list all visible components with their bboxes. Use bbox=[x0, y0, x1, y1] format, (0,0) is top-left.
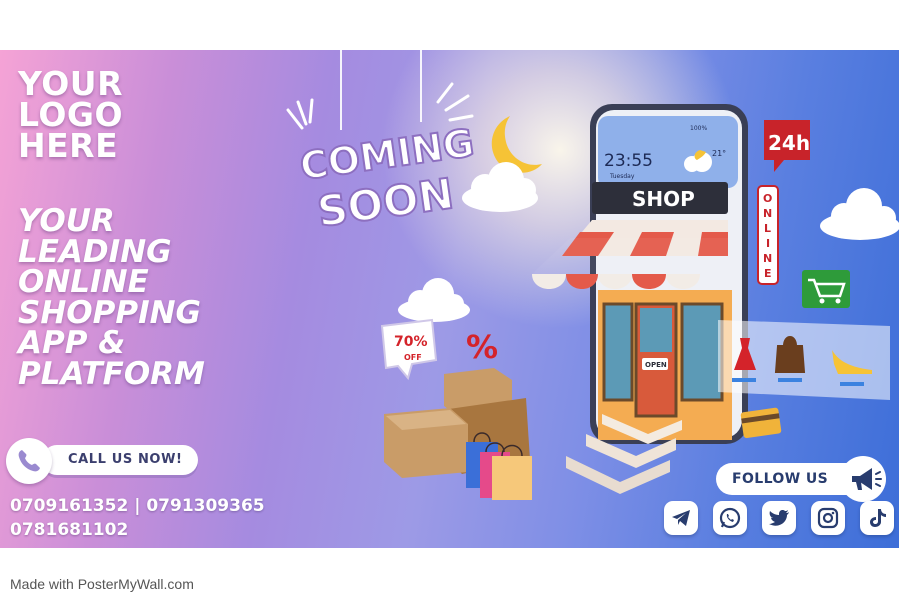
online-sign: O N L I N E bbox=[757, 185, 779, 285]
phone-time: 23:55 bbox=[604, 151, 653, 171]
megaphone-icon bbox=[840, 456, 886, 502]
tagline-line: YOUR bbox=[18, 203, 115, 239]
poster-banner: YOUR LOGO HERE YOUR LEADING ONLINE SHOPP… bbox=[0, 50, 899, 548]
shop-sign: SHOP bbox=[632, 187, 695, 211]
follow-us[interactable]: FOLLOW US bbox=[716, 456, 888, 502]
online-letter: N bbox=[763, 207, 772, 220]
credit-card-icon bbox=[740, 407, 782, 438]
phone-icon bbox=[6, 438, 52, 484]
logo-placeholder: YOUR LOGO HERE bbox=[18, 67, 123, 165]
24h-label: 24h bbox=[768, 131, 810, 155]
online-letter: L bbox=[764, 222, 771, 235]
tagline-line: PLATFORM bbox=[18, 355, 205, 392]
online-letter: N bbox=[763, 252, 772, 265]
phone-numbers: 0709161352 | 0791309365 0781681102 bbox=[10, 494, 265, 542]
phone-number-line: 0781681102 bbox=[10, 520, 129, 540]
percent-symbol: % bbox=[466, 328, 498, 366]
discount-label: OFF bbox=[404, 353, 422, 362]
tagline-line: ONLINE bbox=[18, 264, 149, 300]
cloud-icon bbox=[398, 278, 470, 322]
whatsapp-icon[interactable] bbox=[713, 501, 747, 535]
phone-battery: 100% bbox=[690, 125, 707, 132]
tagline-line: LEADING bbox=[18, 233, 172, 270]
discount-tag: 70% OFF bbox=[380, 318, 438, 381]
tagline: YOUR LEADING ONLINE SHOPPING APP & PLATF… bbox=[18, 206, 205, 389]
twitter-icon[interactable] bbox=[762, 501, 796, 535]
cloud-icon bbox=[820, 188, 899, 240]
shop-awning bbox=[532, 220, 728, 289]
online-letter: O bbox=[763, 192, 772, 205]
discount-value: 70% bbox=[394, 334, 428, 350]
footer-credit: Made with PosterMyWall.com bbox=[10, 576, 194, 592]
shop-illustration: COMING SOON 23:55 Tuesday 100% 21° SHOP … bbox=[286, 82, 899, 500]
online-letter: I bbox=[766, 237, 770, 250]
logo-line: HERE bbox=[18, 126, 119, 165]
call-us-label: CALL US NOW! bbox=[68, 452, 183, 467]
open-sign: OPEN bbox=[645, 361, 667, 369]
online-letter: E bbox=[764, 267, 772, 280]
storefront: OPEN bbox=[598, 290, 732, 440]
telegram-icon[interactable] bbox=[664, 501, 698, 535]
tagline-line: APP & bbox=[18, 325, 126, 361]
product-panel bbox=[718, 320, 890, 400]
tagline-line: SHOPPING bbox=[18, 294, 201, 331]
follow-us-label: FOLLOW US bbox=[732, 471, 829, 487]
instagram-icon[interactable] bbox=[811, 501, 845, 535]
coming-soon-sign: COMING SOON bbox=[286, 82, 478, 237]
phone-number-line: 0709161352 | 0791309365 bbox=[10, 496, 265, 516]
phone-temp: 21° bbox=[712, 149, 726, 158]
tiktok-icon[interactable] bbox=[860, 501, 894, 535]
shopping-cart-icon bbox=[802, 270, 850, 308]
call-us-pill: CALL US NOW! bbox=[42, 445, 198, 475]
call-us-button[interactable]: CALL US NOW! bbox=[6, 438, 198, 484]
24h-badge: 24h bbox=[764, 120, 810, 172]
phone-day: Tuesday bbox=[609, 173, 635, 180]
